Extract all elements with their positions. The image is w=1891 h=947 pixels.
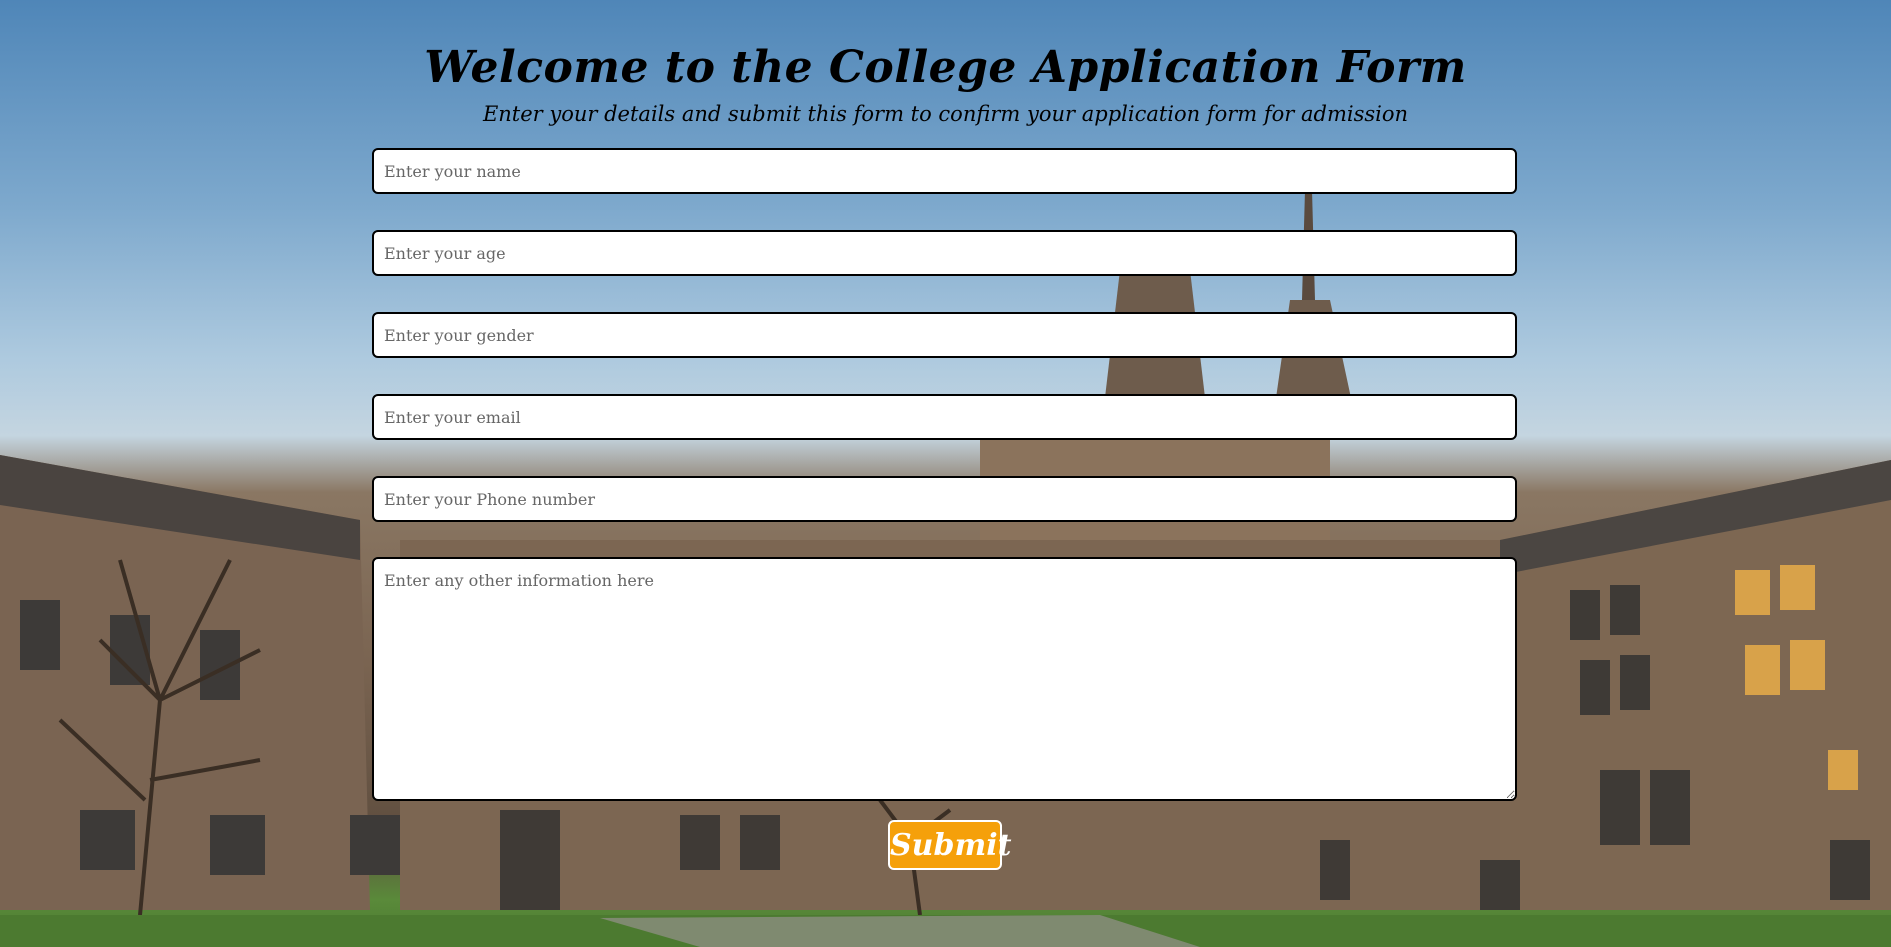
background-campus-photo	[0, 0, 1891, 947]
gender-input[interactable]	[372, 312, 1517, 358]
page-title: Welcome to the College Application Form	[424, 42, 1467, 93]
page-subtitle: Enter your details and submit this form …	[482, 102, 1409, 126]
age-input[interactable]	[372, 230, 1517, 276]
other-information-textarea[interactable]	[372, 557, 1517, 801]
phone-input[interactable]	[372, 476, 1517, 522]
name-input[interactable]	[372, 148, 1517, 194]
submit-button[interactable]: Submit	[888, 820, 1011, 870]
email-input[interactable]	[372, 394, 1517, 440]
